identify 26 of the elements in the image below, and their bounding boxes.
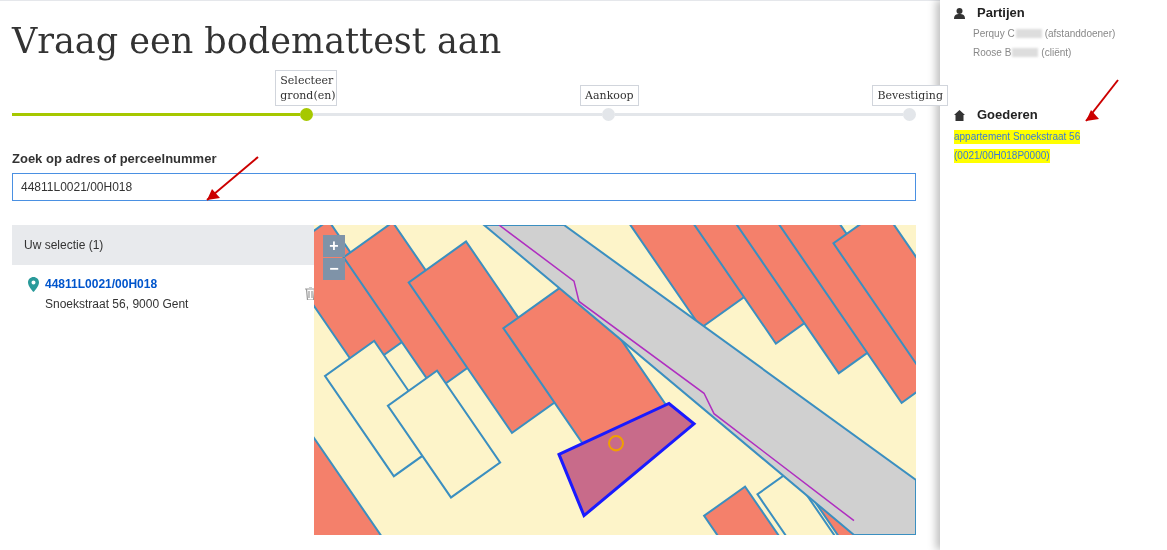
trash-icon[interactable] (305, 286, 316, 300)
parcel-link[interactable]: 44811L0021/00H018 (45, 274, 189, 293)
party-role: (afstanddoener) (1044, 27, 1116, 41)
step-label: Bevestiging (872, 84, 948, 106)
goods-link[interactable]: appartement Snoekstraat 56 (954, 130, 1081, 144)
party-name: Perquy C (973, 27, 1015, 41)
zoom-in-button[interactable]: + (323, 234, 345, 257)
section-title: Goederen (977, 106, 1038, 124)
zoom-out-button[interactable]: − (323, 257, 345, 280)
annotation-arrow (1085, 79, 1119, 122)
goods-link[interactable]: (0021/00H018P0000) (954, 149, 1050, 163)
step-label: Selecteer grond(en) (275, 69, 338, 106)
parcel-address: Snoekstraat 56, 9000 Gent (45, 295, 189, 313)
party-role: (cliënt) (1041, 46, 1072, 60)
person-icon (954, 7, 965, 19)
redacted-block (1015, 29, 1042, 38)
map-pin-icon (28, 276, 39, 292)
section-title: Partijen (977, 4, 1025, 22)
step-label: Aankoop (580, 84, 639, 106)
house-icon (954, 109, 965, 121)
search-label: Zoek op adres of perceelnummer (12, 150, 218, 168)
party-name: Roose B (973, 46, 1012, 60)
selection-header: Uw selectie (1) (12, 224, 314, 265)
search-field[interactable]: 44811L0021/00H018 (12, 172, 916, 201)
page-title: Vraag een bodemattest aan (12, 20, 503, 63)
redacted-block (1012, 48, 1039, 57)
